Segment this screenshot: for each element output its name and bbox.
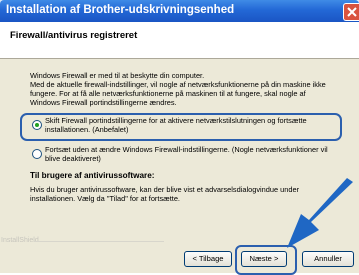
title-bar[interactable]: Installation af Brother-udskrivningsenhe… <box>0 0 359 22</box>
option-2-line-2[interactable]: blive deaktiveret) <box>45 154 101 163</box>
pointer-arrow-icon <box>287 178 353 248</box>
antivirus-line-2: installationen. Vælg da "Tilad" for at f… <box>30 194 180 203</box>
body-line-2: Med de aktuelle firewall-indstillinger, … <box>30 80 326 89</box>
option-1-line-1[interactable]: Skift Firewall portindstillingerne for a… <box>45 116 307 125</box>
body-line-3: fungere. For at få alle netværksfunktion… <box>30 89 306 98</box>
header-title: Firewall/antivirus registreret <box>10 30 138 41</box>
installer-window: Installation af Brother-udskrivningsenhe… <box>0 0 359 275</box>
body-line-1: Windows Firewall er med til at beskytte … <box>30 71 205 80</box>
footer-divider <box>34 241 164 242</box>
body-line-4: Windows Firewall portindstillingerne ænd… <box>30 98 177 107</box>
back-button[interactable]: < Tilbage <box>184 251 232 267</box>
close-button[interactable] <box>343 3 359 21</box>
radio-change-firewall[interactable] <box>32 120 42 130</box>
close-icon <box>347 7 357 17</box>
antivirus-title: Til brugere af antivirussoftware: <box>30 171 155 180</box>
radio-selected-dot <box>35 123 39 127</box>
radio-continue-without-change[interactable] <box>32 149 42 159</box>
option-2-line-1[interactable]: Fortsæt uden at ændre Windows Firewall-i… <box>45 145 328 154</box>
antivirus-line-1: Hvis du bruger antivirussoftware, kan de… <box>30 185 300 194</box>
option-1-line-2[interactable]: installationen. (Anbefalet) <box>45 125 128 134</box>
window-title: Installation af Brother-udskrivningsenhe… <box>6 4 235 16</box>
dialog-header: Firewall/antivirus registreret <box>0 22 359 59</box>
